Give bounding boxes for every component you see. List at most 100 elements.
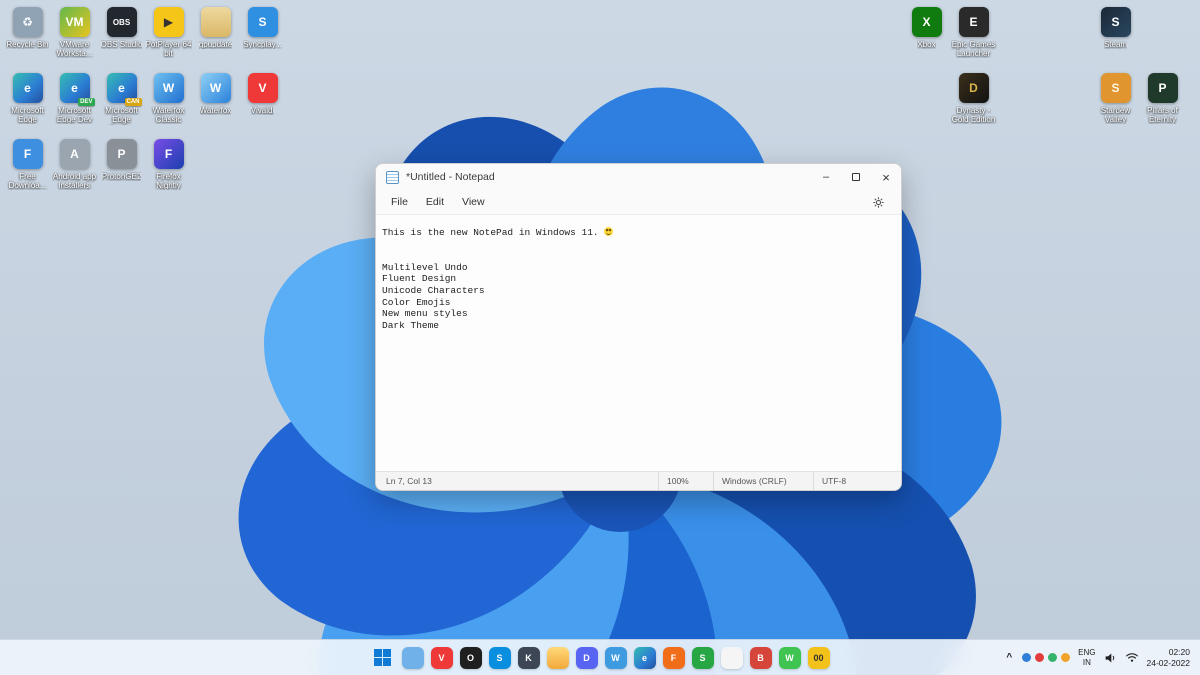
gpupdate-icon [201,7,231,37]
volume-icon[interactable] [1104,652,1117,664]
desktop-icon-label: Xbox [917,40,935,49]
desktop-icon-label: Microsoft Edge Canary [99,106,145,125]
editor[interactable]: This is the new NotePad in Windows 11. M… [376,214,901,471]
pillars-of-eternity-icon: P [1148,73,1178,103]
tray-mini-icons [1022,653,1070,662]
line-ending: Windows (CRLF) [713,472,813,490]
desktop-icon-label: Microsoft Edge Dev [52,106,98,124]
taskbar-icon-github[interactable] [721,647,743,669]
desktop-icon-obs-studio[interactable]: OBSOBS Studio [98,4,145,70]
desktop-icon-firefox-nightly[interactable]: FFirefox Nightly [145,136,192,202]
desktop-icon-xbox[interactable]: XXbox [903,4,950,70]
vmware-workstation-icon: VM [60,7,90,37]
desktop-icon-pillars-of-eternity[interactable]: P Pillars of Eternity [1139,70,1186,136]
desktop-icon-vmware-workstation[interactable]: VMVMware Worksta... [51,4,98,70]
desktop-icon-gpupdate[interactable]: gpupdate [192,4,239,70]
language-switcher[interactable]: ENG IN [1078,648,1095,667]
start-button[interactable] [371,646,395,670]
taskbar-icon-timer[interactable]: 00 [808,647,830,669]
taskbar-icon-sharex[interactable]: S [692,647,714,669]
desktop-icon-label: Epic Games Launcher [951,40,997,58]
firefox-nightly-icon: F [154,139,184,169]
desktop-icon-waterfox-classic[interactable]: WWaterfox Classic [145,70,192,136]
desktop-icon-label: PotPlayer 64 bit [146,40,192,58]
desktop-icon-potplayer[interactable]: ▶ PotPlayer 64 bit [145,4,192,70]
desktop-icon-label: Free Downloa... [5,172,51,190]
maximize-icon [852,173,860,181]
tray-icon[interactable] [1061,653,1070,662]
desktop: ♻Recycle BinVMVMware Worksta...OBSOBS St… [0,0,1200,675]
taskbar-icon-skype[interactable]: S [489,647,511,669]
desktop-icon-label: gpupdate [199,40,232,49]
desktop-icon-waterfox[interactable]: WWaterfox [192,70,239,136]
taskbar-icon-waterfox[interactable]: W [605,647,627,669]
notepad-window: *Untitled - Notepad – × File Edit View [375,163,902,491]
titlebar[interactable]: *Untitled - Notepad – × [376,164,901,190]
desktop-icon-recycle-bin[interactable]: ♻Recycle Bin [4,4,51,70]
syncplay-icon: S [248,7,278,37]
tray-icon[interactable] [1048,653,1057,662]
tray-icon[interactable] [1022,653,1031,662]
desktop-icon-steam[interactable]: SSteam [1092,4,1139,70]
taskbar-icon-task-view[interactable] [402,647,424,669]
desktop-icon-free-download-manager[interactable]: FFree Downloa... [4,136,51,202]
taskbar-icon-whatsapp[interactable]: W [779,647,801,669]
epic-games-launcher-icon: E [959,7,989,37]
menu-view[interactable]: View [453,193,494,211]
smiley-emoji [604,227,613,236]
desktop-icon-label: Syncplay... [243,40,282,49]
dynasty-gold-edition-icon: D [959,73,989,103]
desktop-icon-label: Vivaldi [251,106,274,115]
taskbar-icon-obs-studio[interactable]: O [460,647,482,669]
maximize-button[interactable] [841,164,871,190]
taskbar-icon-keepass[interactable]: K [518,647,540,669]
desktop-icon-label: Pillars of Eternity [1140,106,1186,124]
desktop-icon-label: OBS Studio [101,40,143,49]
recycle-bin-icon: ♻ [13,7,43,37]
potplayer-icon: ▶ [154,7,184,37]
zoom-level: 100% [658,472,713,490]
taskbar-icon-edge[interactable]: e [634,647,656,669]
protonge2-icon: P [107,139,137,169]
close-button[interactable]: × [871,164,901,190]
desktop-icon-microsoft-edge[interactable]: eMicrosoft Edge [4,70,51,136]
desktop-icon-android-app-installers[interactable]: AAndroid app installers [51,136,98,202]
cursor-position: Ln 7, Col 13 [376,476,432,486]
menu-file[interactable]: File [382,193,417,211]
taskbar-icon-brave[interactable]: B [750,647,772,669]
hidden-icons-chevron[interactable]: ^ [1004,652,1014,663]
desktop-icon-label: Waterfox Classic [146,106,192,124]
menu-edit[interactable]: Edit [417,193,453,211]
desktop-icon-label: Waterfox [200,106,232,115]
desktop-icon-protonge2[interactable]: P ProtonGE2 [98,136,145,202]
desktop-icon-syncplay[interactable]: S Syncplay... [239,4,286,70]
wifi-icon[interactable] [1125,652,1139,663]
windows-logo-icon [374,649,391,666]
desktop-icons-left: ♻Recycle BinVMVMware Worksta...OBSOBS St… [4,4,286,202]
desktop-icon-microsoft-edge-canary[interactable]: eCANMicrosoft Edge Canary [98,70,145,136]
menubar: File Edit View [376,190,901,214]
desktop-icon-vivaldi[interactable]: V Vivaldi [239,70,286,136]
desktop-icons-right-a: XXbox E Epic Games Launcher DDynasty - Gold… [903,4,997,136]
minimize-button[interactable]: – [811,164,841,190]
desktop-icon-label: ProtonGE2 [102,172,142,181]
vivaldi-icon: V [248,73,278,103]
clock[interactable]: 02:20 24-02-2022 [1147,647,1190,668]
taskbar-icon-file-explorer[interactable] [547,647,569,669]
settings-gear-button[interactable] [862,193,895,212]
gear-icon [872,196,885,209]
taskbar-icon-discord[interactable]: D [576,647,598,669]
desktop-icons-right-b: SSteamSStardew Valley P Pillars of Eternit… [1092,4,1186,136]
desktop-icon-microsoft-edge-dev[interactable]: eDEVMicrosoft Edge Dev [51,70,98,136]
desktop-icon-stardew-valley[interactable]: SStardew Valley [1092,70,1139,136]
desktop-icon-label: Microsoft Edge [5,106,51,124]
desktop-icon-epic-games-launcher[interactable]: E Epic Games Launcher [950,4,997,70]
taskbar-icon-firefox[interactable]: F [663,647,685,669]
steam-icon: S [1101,7,1131,37]
taskbar-icon-vivaldi[interactable]: V [431,647,453,669]
tray-icon[interactable] [1035,653,1044,662]
stardew-valley-icon: S [1101,73,1131,103]
desktop-icon-dynasty-gold-edition[interactable]: DDynasty - Gold Edition [950,70,997,136]
microsoft-edge-canary-badge: CAN [125,98,142,106]
system-tray: ^ ENG IN 02:20 24-02-2022 [1004,640,1190,675]
